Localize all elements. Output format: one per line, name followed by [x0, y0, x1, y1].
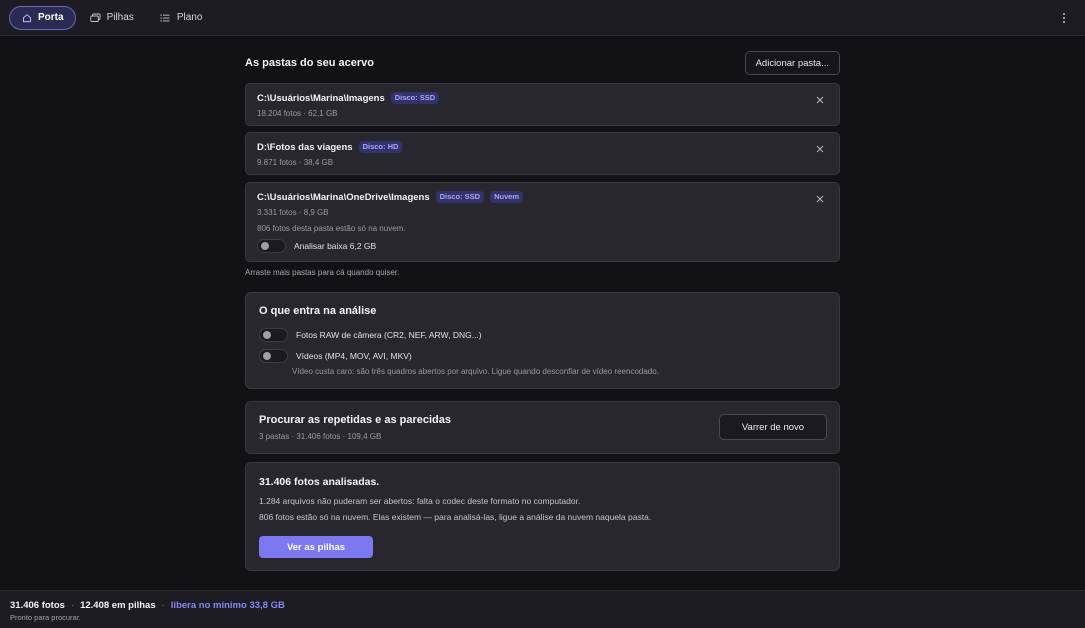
- top-bar: Porta Pilhas Plano: [0, 0, 1085, 36]
- remove-folder-close-icon[interactable]: [815, 144, 825, 154]
- status-summary: 31.406 fotos · 12.408 em pilhas · libera…: [10, 600, 285, 611]
- folder-path: C:\Usuários\Marina\Imagens: [257, 92, 385, 104]
- nav-tab-label: Pilhas: [106, 12, 134, 23]
- stacks-count: 12.408 em pilhas: [80, 600, 156, 611]
- remove-folder-close-icon[interactable]: [815, 95, 825, 105]
- folder-card: C:\Usuários\Marina\Imagens Disco: SSD 18…: [245, 83, 840, 126]
- nav-tab-porta[interactable]: Porta: [9, 5, 76, 30]
- search-title: Procurar as repetidas e as parecidas: [259, 414, 451, 426]
- photos-count: 31.406 fotos: [10, 600, 65, 611]
- disk-badge: Disco: SSD: [390, 92, 440, 104]
- folder-card: D:\Fotos das viagens Disco: HD 9.871 fot…: [245, 132, 840, 175]
- folder-path: C:\Usuários\Marina\OneDrive\Imagens: [257, 191, 430, 203]
- folder-path-row: D:\Fotos das viagens Disco: HD: [257, 141, 403, 153]
- list-icon: [160, 12, 171, 23]
- result-title: 31.406 fotos analisadas.: [259, 476, 380, 488]
- search-summary: 3 pastas · 31.406 fotos · 109,4 GB: [259, 432, 382, 441]
- video-option-row: Vídeos (MP4, MOV, AVI, MKV): [259, 349, 412, 363]
- space-freed: libera no mínimo 33,8 GB: [170, 600, 285, 611]
- rescan-button[interactable]: Varrer de novo: [719, 414, 827, 440]
- disk-badge: Disco: SSD: [435, 191, 485, 203]
- add-folder-button[interactable]: Adicionar pasta...: [744, 51, 840, 75]
- nav-tab-label: Porta: [38, 12, 64, 23]
- analysis-options-card: O que entra na análise Fotos RAW de câme…: [245, 292, 840, 389]
- folder-card: C:\Usuários\Marina\OneDrive\Imagens Disc…: [245, 182, 840, 262]
- cloud-download-toggle[interactable]: [257, 239, 286, 253]
- cloud-download-toggle-row: Analisar baixa 6,2 GB: [257, 239, 376, 253]
- raw-option-row: Fotos RAW de câmera (CR2, NEF, ARW, DNG.…: [259, 328, 482, 342]
- drag-hint: Arraste mais pastas para cá quando quise…: [245, 268, 400, 277]
- more-vertical-icon[interactable]: [1057, 10, 1071, 26]
- videos-toggle[interactable]: [259, 349, 288, 363]
- view-stacks-button[interactable]: Ver as pilhas: [259, 536, 373, 558]
- separator: ·: [70, 600, 75, 611]
- folder-path-row: C:\Usuários\Marina\OneDrive\Imagens Disc…: [257, 191, 524, 203]
- nav-tab-label: Plano: [176, 12, 203, 23]
- cloud-download-label: Analisar baixa 6,2 GB: [294, 241, 377, 251]
- remove-folder-close-icon[interactable]: [815, 194, 825, 204]
- disk-badge: Disco: HD: [358, 141, 403, 153]
- folder-path-row: C:\Usuários\Marina\Imagens Disco: SSD: [257, 92, 440, 104]
- videos-label: Vídeos (MP4, MOV, AVI, MKV): [296, 351, 412, 361]
- search-card: Procurar as repetidas e as parecidas 3 p…: [245, 401, 840, 454]
- home-icon: [21, 12, 32, 23]
- video-note: Vídeo custa caro: são três quadros abert…: [292, 367, 659, 376]
- separator: ·: [161, 600, 165, 611]
- cloud-badge: Nuvem: [490, 191, 524, 203]
- folder-meta: 9.871 fotos · 38,4 GB: [257, 158, 334, 167]
- folder-path: D:\Fotos das viagens: [257, 141, 353, 153]
- codec-warning: 1.284 arquivos não puderam ser abertos: …: [259, 496, 581, 506]
- raw-photos-toggle[interactable]: [259, 328, 288, 342]
- raw-photos-label: Fotos RAW de câmera (CR2, NEF, ARW, DNG.…: [296, 330, 482, 340]
- folder-meta: 18.204 fotos · 62,1 GB: [257, 109, 338, 118]
- cloud-note: 806 fotos desta pasta estão só na nuvem.: [257, 224, 406, 233]
- analysis-title: O que entra na análise: [259, 305, 377, 317]
- cloud-warning: 806 fotos estão só na nuvem. Elas existe…: [259, 512, 652, 522]
- photos-stack-icon: [89, 12, 101, 23]
- folders-header: As pastas do seu acervo Adicionar pasta.…: [245, 51, 840, 75]
- result-card: 31.406 fotos analisadas. 1.284 arquivos …: [245, 462, 840, 571]
- folders-title: As pastas do seu acervo: [245, 57, 375, 69]
- app-window: Porta Pilhas Plano As pastas do seu acer…: [0, 0, 1085, 628]
- status-text: Pronto para procurar.: [10, 613, 81, 622]
- status-bar: 31.406 fotos · 12.408 em pilhas · libera…: [0, 590, 1085, 628]
- nav-tab-plano[interactable]: Plano: [148, 6, 215, 30]
- nav-tab-pilhas[interactable]: Pilhas: [78, 6, 146, 30]
- folder-meta: 3.331 fotos · 8,9 GB: [257, 208, 329, 217]
